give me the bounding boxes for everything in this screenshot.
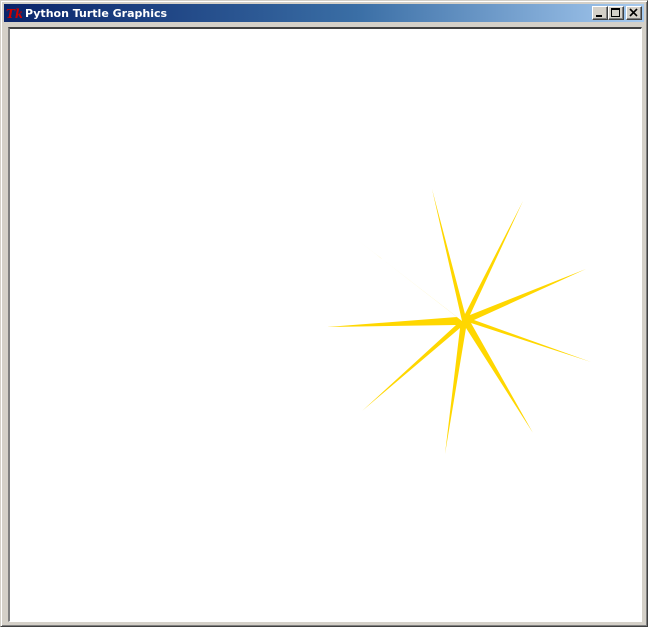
maximize-icon — [611, 8, 620, 17]
window-controls — [592, 6, 642, 20]
close-icon — [629, 8, 638, 17]
title-bar[interactable]: Tk Python Turtle Graphics — [4, 4, 644, 22]
svg-text:Tk: Tk — [6, 7, 22, 21]
minimize-icon — [596, 15, 602, 17]
minimize-button[interactable] — [592, 6, 608, 20]
close-button[interactable] — [626, 6, 642, 20]
tk-icon[interactable]: Tk — [6, 5, 22, 21]
window-title: Python Turtle Graphics — [25, 6, 168, 20]
maximize-button[interactable] — [608, 6, 624, 20]
turtle-canvas-frame — [8, 27, 642, 622]
star-drawing — [327, 189, 591, 454]
turtle-canvas[interactable] — [10, 29, 641, 621]
app-window: Tk Python Turtle Graphics — [0, 0, 648, 627]
